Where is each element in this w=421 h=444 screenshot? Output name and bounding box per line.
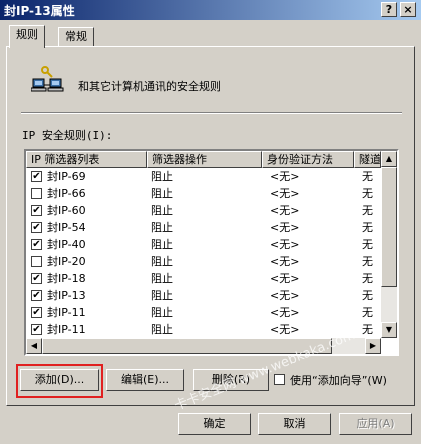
rule-checkbox[interactable]: ✔ [31, 222, 42, 233]
filter-cell: 封IP-69 [47, 170, 86, 183]
add-button-highlight [16, 364, 103, 398]
tunnel-cell: 无 [362, 204, 373, 217]
header-description: 和其它计算机通讯的安全规则 [78, 80, 221, 93]
column-header-filter-list[interactable]: IP 筛选器列表 [26, 151, 147, 168]
rule-checkbox[interactable] [31, 188, 42, 199]
filter-cell: 封IP-11 [47, 306, 86, 319]
auth-cell: <无> [270, 255, 300, 268]
wizard-label: 使用“添加向导”(W) [290, 374, 387, 387]
tunnel-cell: 无 [362, 289, 373, 302]
vertical-scroll-thumb[interactable] [381, 167, 397, 287]
network-security-icon [31, 66, 64, 92]
tunnel-cell: 无 [362, 221, 373, 234]
table-row[interactable]: ✔ 封IP-11 阻止 <无> 无 [26, 304, 381, 321]
rule-checkbox[interactable] [31, 256, 42, 267]
action-cell: 阻止 [151, 204, 173, 217]
action-cell: 阻止 [151, 187, 173, 200]
auth-cell: <无> [270, 221, 300, 234]
filter-cell: 封IP-11 [47, 323, 86, 336]
filter-cell: 封IP-54 [47, 221, 86, 234]
rules-rows: ✔ 封IP-69 阻止 <无> 无封IP-66 阻止 <无> 无 ✔ 封IP-60 阻止 <无> 无 ✔ 封… [26, 168, 381, 354]
table-row[interactable]: ✔ 封IP-69 阻止 <无> 无 [26, 168, 381, 185]
tunnel-cell: 无 [362, 187, 373, 200]
auth-cell: <无> [270, 289, 300, 302]
action-cell: 阻止 [151, 272, 173, 285]
tunnel-cell: 无 [362, 272, 373, 285]
wizard-checkbox[interactable] [274, 374, 285, 385]
column-header-tunnel[interactable]: 隧道 [354, 151, 381, 168]
column-header-filter-action[interactable]: 筛选器操作 [147, 151, 262, 168]
table-row[interactable]: ✔ 封IP-18 阻止 <无> 无 [26, 270, 381, 287]
tunnel-cell: 无 [362, 306, 373, 319]
title-bar: 封IP-13属性 ? × [0, 0, 421, 20]
action-cell: 阻止 [151, 238, 173, 251]
rules-list-label: IP 安全规则(I): [22, 129, 113, 142]
vertical-scrollbar[interactable]: ▲ ▼ [381, 151, 397, 338]
filter-cell: 封IP-13 [47, 289, 86, 302]
scroll-up-icon[interactable]: ▲ [381, 151, 397, 167]
rule-checkbox[interactable]: ✔ [31, 324, 42, 335]
auth-cell: <无> [270, 204, 300, 217]
apply-button[interactable]: 应用(A) [339, 413, 412, 435]
filter-cell: 封IP-60 [47, 204, 86, 217]
table-row[interactable]: ✔ 封IP-40 阻止 <无> 无 [26, 236, 381, 253]
table-row[interactable]: ✔ 封IP-54 阻止 <无> 无 [26, 219, 381, 236]
table-row[interactable]: ✔ 封IP-13 阻止 <无> 无 [26, 287, 381, 304]
tunnel-cell: 无 [362, 238, 373, 251]
help-button[interactable]: ? [381, 2, 397, 17]
auth-cell: <无> [270, 187, 300, 200]
scroll-left-icon[interactable]: ◀ [26, 338, 42, 354]
separator [21, 112, 402, 114]
auth-cell: <无> [270, 170, 300, 183]
filter-cell: 封IP-66 [47, 187, 86, 200]
auth-cell: <无> [270, 272, 300, 285]
rule-checkbox[interactable]: ✔ [31, 171, 42, 182]
ok-button[interactable]: 确定 [178, 413, 251, 435]
edit-button[interactable]: 编辑(E)... [106, 369, 184, 391]
action-cell: 阻止 [151, 221, 173, 234]
tunnel-cell: 无 [362, 255, 373, 268]
cancel-button[interactable]: 取消 [258, 413, 331, 435]
action-cell: 阻止 [151, 306, 173, 319]
filter-cell: 封IP-20 [47, 255, 86, 268]
rule-checkbox[interactable]: ✔ [31, 273, 42, 284]
table-row[interactable]: ✔ 封IP-60 阻止 <无> 无 [26, 202, 381, 219]
rule-checkbox[interactable]: ✔ [31, 205, 42, 216]
column-header-auth-method[interactable]: 身份验证方法 [262, 151, 354, 168]
close-button[interactable]: × [400, 2, 416, 17]
rule-checkbox[interactable]: ✔ [31, 307, 42, 318]
filter-cell: 封IP-40 [47, 238, 86, 251]
rule-checkbox[interactable]: ✔ [31, 290, 42, 301]
action-cell: 阻止 [151, 323, 173, 336]
table-row[interactable]: 封IP-20 阻止 <无> 无 [26, 253, 381, 270]
column-header-bar: IP 筛选器列表 筛选器操作 身份验证方法 隧道 [26, 151, 381, 168]
auth-cell: <无> [270, 306, 300, 319]
rule-checkbox[interactable]: ✔ [31, 239, 42, 250]
window-title: 封IP-13属性 [4, 4, 75, 18]
tab-rules[interactable]: 规则 [9, 25, 45, 48]
table-row[interactable]: 封IP-66 阻止 <无> 无 [26, 185, 381, 202]
tunnel-cell: 无 [362, 323, 373, 336]
rules-list[interactable]: IP 筛选器列表 筛选器操作 身份验证方法 隧道 ✔ 封IP-69 阻止 <无> 无封I… [24, 149, 399, 356]
action-cell: 阻止 [151, 255, 173, 268]
action-cell: 阻止 [151, 170, 173, 183]
tab-general[interactable]: 常规 [58, 27, 94, 47]
auth-cell: <无> [270, 238, 300, 251]
filter-cell: 封IP-18 [47, 272, 86, 285]
action-cell: 阻止 [151, 289, 173, 302]
scroll-down-icon[interactable]: ▼ [381, 322, 397, 338]
tunnel-cell: 无 [362, 170, 373, 183]
scroll-right-icon[interactable]: ▶ [365, 338, 381, 354]
